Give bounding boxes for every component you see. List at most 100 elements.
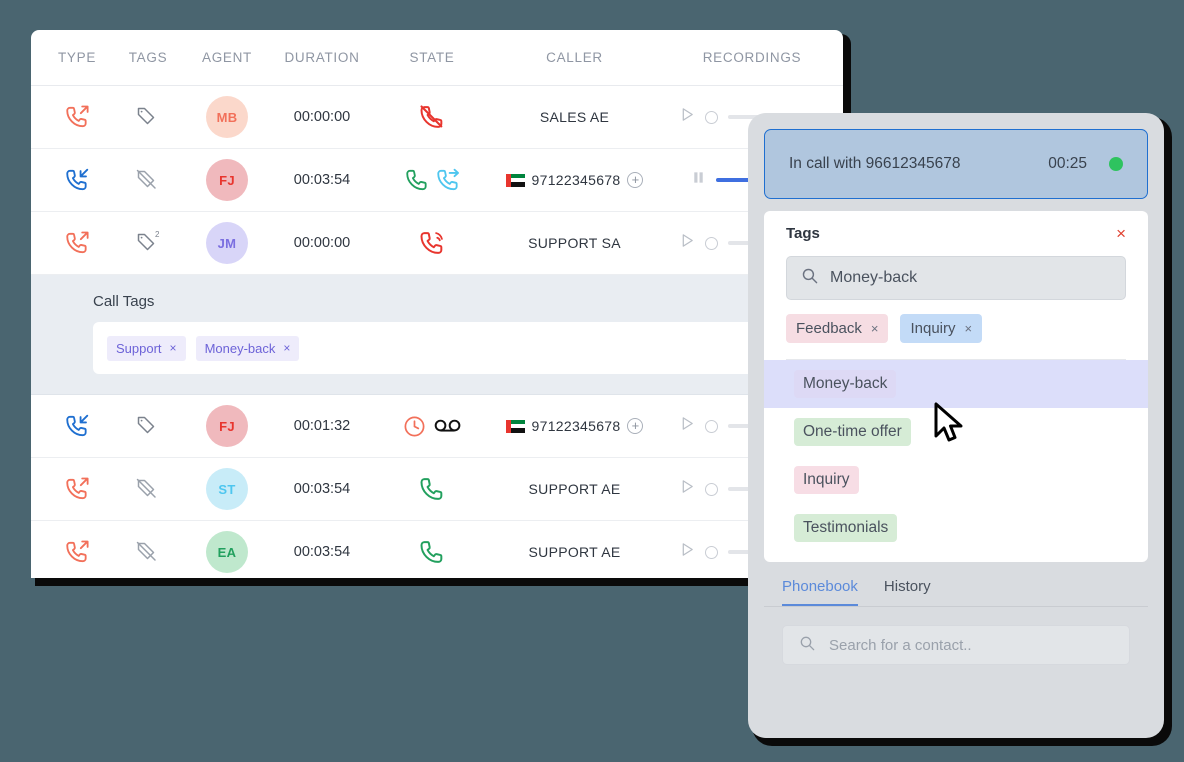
tag-option-label: One-time offer	[794, 418, 911, 446]
call-state-icon	[377, 229, 487, 257]
recording-play-icon[interactable]	[680, 542, 695, 562]
tag-option-label: Money-back	[794, 370, 897, 398]
add-contact-icon[interactable]: +	[627, 172, 644, 188]
remove-tag-icon[interactable]: ×	[965, 321, 973, 336]
svg-text:2: 2	[155, 230, 160, 239]
caller-number: 97122345678	[531, 172, 621, 188]
column-header-type: TYPE	[57, 50, 97, 65]
column-header-agent: AGENT	[201, 50, 252, 65]
selected-tag-chip[interactable]: Inquiry ×	[900, 314, 983, 343]
caller-number: 97122345678	[531, 418, 621, 434]
remove-tag-icon[interactable]: ×	[283, 341, 290, 355]
call-duration: 00:01:32	[293, 418, 351, 434]
call-tags-panel: Call Tags Support × Money-back ×	[31, 275, 843, 395]
remove-tag-icon[interactable]: ×	[170, 341, 177, 355]
call-state-icon	[377, 167, 487, 193]
table-row[interactable]: 2 JM 00:00:00 SUPPORT SA	[31, 212, 843, 275]
call-duration: 00:00:00	[293, 235, 351, 251]
call-direction-icon	[31, 476, 109, 502]
caller-name: SUPPORT AE	[528, 544, 621, 560]
recording-play-icon[interactable]	[680, 479, 695, 499]
tag-search-input[interactable]: Money-back	[786, 256, 1126, 300]
call-duration: 00:03:54	[293, 544, 351, 560]
tags-card-header: Tags ×	[786, 225, 1126, 242]
tab-phonebook[interactable]: Phonebook	[782, 578, 858, 606]
caller-cell: 97122345678 +	[487, 172, 662, 188]
recording-scrubber-knob[interactable]	[704, 545, 718, 559]
tag-off-icon[interactable]	[109, 476, 187, 502]
recording-scrubber-knob[interactable]	[704, 419, 718, 433]
call-direction-icon	[31, 539, 109, 565]
tag-options-list: Money-back One-time offer Inquiry Testimoni…	[764, 359, 1148, 562]
mouse-cursor-icon	[934, 402, 968, 451]
selected-tags-list: Feedback × Inquiry ×	[786, 300, 1126, 359]
tag-option-label: Inquiry	[794, 466, 859, 494]
caller-cell: SUPPORT AE	[487, 544, 662, 560]
in-call-status-bar[interactable]: In call with 96612345678 00:25	[764, 129, 1148, 199]
tag-option[interactable]: Inquiry	[786, 456, 1126, 504]
flag-ae-icon	[505, 419, 525, 433]
tag-icon[interactable]	[109, 413, 187, 439]
tag-search-value: Money-back	[830, 269, 918, 286]
column-header-tags: TAGS	[128, 50, 168, 65]
table-row[interactable]: FJ 00:01:32 97122345678 +	[31, 395, 843, 458]
flag-ae-icon	[505, 173, 525, 187]
tag-icon[interactable]: 2	[109, 230, 187, 256]
call-tags-title: Call Tags	[93, 293, 155, 310]
add-contact-icon[interactable]: +	[627, 418, 644, 434]
recording-scrubber-knob[interactable]	[704, 110, 718, 124]
recording-play-icon[interactable]	[680, 233, 695, 253]
call-state-icon	[377, 475, 487, 503]
recording-play-icon[interactable]	[680, 107, 695, 127]
avatar: EA	[187, 531, 267, 573]
call-direction-icon	[31, 104, 109, 130]
call-state-icon	[377, 103, 487, 131]
close-icon[interactable]: ×	[1116, 225, 1126, 242]
call-tag-chip[interactable]: Support ×	[107, 335, 186, 361]
table-header-row: TYPE TAGS AGENT DURATION STATE CALLER RE…	[31, 30, 843, 86]
phone-widget-tabs: Phonebook History	[764, 578, 1148, 607]
call-direction-icon	[31, 230, 109, 256]
search-icon	[801, 267, 818, 289]
tab-history[interactable]: History	[884, 578, 931, 606]
tag-option[interactable]: Testimonials	[786, 504, 1126, 552]
recording-play-icon[interactable]	[691, 170, 706, 190]
recording-scrubber-knob[interactable]	[704, 236, 718, 250]
tag-icon[interactable]	[109, 104, 187, 130]
table-row[interactable]: MB 00:00:00 SALES AE	[31, 86, 843, 149]
avatar: ST	[187, 468, 267, 510]
call-tags-input[interactable]: Support × Money-back ×	[93, 322, 781, 374]
call-duration: 00:03:54	[293, 172, 351, 188]
recording-play-icon[interactable]	[680, 416, 695, 436]
call-state-icon	[377, 538, 487, 566]
column-header-duration: DURATION	[284, 50, 360, 65]
selected-tag-chip[interactable]: Feedback ×	[786, 314, 889, 343]
column-header-recordings: RECORDINGS	[702, 50, 802, 65]
tag-off-icon[interactable]	[109, 539, 187, 565]
column-header-state: STATE	[409, 50, 455, 65]
avatar: MB	[187, 96, 267, 138]
contact-search-input[interactable]: Search for a contact..	[782, 625, 1130, 665]
call-tag-chip[interactable]: Money-back ×	[195, 335, 300, 361]
table-row[interactable]: ST 00:03:54 SUPPORT AE	[31, 458, 843, 521]
tag-option[interactable]: Money-back	[764, 360, 1148, 408]
call-state-icon	[377, 415, 487, 438]
call-log-window: TYPE TAGS AGENT DURATION STATE CALLER RE…	[31, 30, 843, 578]
caller-name: SALES AE	[539, 109, 610, 125]
table-row[interactable]: EA 00:03:54 SUPPORT AE	[31, 521, 843, 578]
tag-option-label: Testimonials	[794, 514, 898, 542]
call-direction-icon	[31, 413, 109, 439]
avatar: FJ	[187, 159, 267, 201]
avatar: JM	[187, 222, 267, 264]
call-active-indicator-icon	[1109, 157, 1123, 171]
avatar: FJ	[187, 405, 267, 447]
remove-tag-icon[interactable]: ×	[871, 321, 879, 336]
table-row[interactable]: FJ 00:03:54 97122345678 +	[31, 149, 843, 212]
recording-scrubber-knob[interactable]	[704, 482, 718, 496]
contact-search-placeholder: Search for a contact..	[829, 636, 972, 654]
tag-off-icon[interactable]	[109, 167, 187, 193]
call-direction-icon	[31, 167, 109, 193]
selected-tag-label: Feedback	[796, 320, 862, 337]
caller-cell: SALES AE	[487, 109, 662, 125]
column-header-caller: CALLER	[546, 50, 603, 65]
